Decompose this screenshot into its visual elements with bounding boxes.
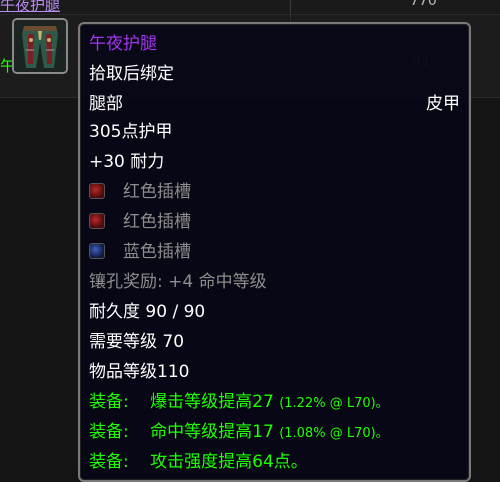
red-socket-icon (89, 183, 105, 199)
item-name: 午夜护腿 (89, 34, 157, 54)
equip-effect: 装备: 命中等级提高17 (1.08% @ L70)。 (89, 420, 389, 444)
required-level: 需要等级 70 (89, 332, 185, 352)
socket-row: 红色插槽 (89, 210, 191, 234)
armor-value: 305点护甲 (89, 122, 173, 142)
stat-stamina: +30 耐力 (89, 152, 165, 172)
list-row-top[interactable]: 午夜护腿 770 (0, 0, 500, 15)
item-link[interactable]: 午夜护腿 (0, 0, 60, 15)
socket-label: 蓝色插槽 (123, 242, 191, 262)
socket-label: 红色插槽 (123, 182, 191, 202)
slot-row: 腿部 皮甲 (89, 92, 460, 116)
socket-label: 红色插槽 (123, 212, 191, 232)
row-value: 770 (410, 0, 437, 9)
equip-effect: 装备: 攻击强度提高64点。 (89, 450, 308, 474)
bind-type: 拾取后绑定 (89, 64, 174, 84)
equip-text: 爆击等级提高27 (150, 392, 274, 412)
item-tooltip: 午夜护腿 拾取后绑定 腿部 皮甲 305点护甲 +30 耐力 红色插槽 红色插槽… (78, 22, 471, 482)
equip-text: 命中等级提高17 (150, 422, 274, 442)
durability: 耐久度 90 / 90 (89, 302, 206, 322)
column-divider (290, 0, 291, 14)
item-slot: 腿部 (89, 94, 123, 114)
red-socket-icon (89, 213, 105, 229)
equip-effect: 装备: 爆击等级提高27 (1.22% @ L70)。 (89, 390, 389, 414)
socket-row: 红色插槽 (89, 180, 191, 204)
socket-bonus: 镶孔奖励: +4 命中等级 (89, 272, 267, 292)
equip-text: 攻击强度提高64点。 (150, 452, 308, 472)
equip-prefix: 装备: (89, 422, 129, 442)
socket-row: 蓝色插槽 (89, 240, 191, 264)
equip-note: (1.22% @ L70)。 (279, 396, 389, 411)
leather-leggings-icon[interactable] (12, 18, 68, 74)
blue-socket-icon (89, 243, 105, 259)
item-level: 物品等级110 (89, 362, 190, 382)
equip-prefix: 装备: (89, 392, 129, 412)
equip-prefix: 装备: (89, 452, 129, 472)
equip-note: (1.08% @ L70)。 (279, 426, 389, 441)
armor-type: 皮甲 (426, 94, 460, 114)
